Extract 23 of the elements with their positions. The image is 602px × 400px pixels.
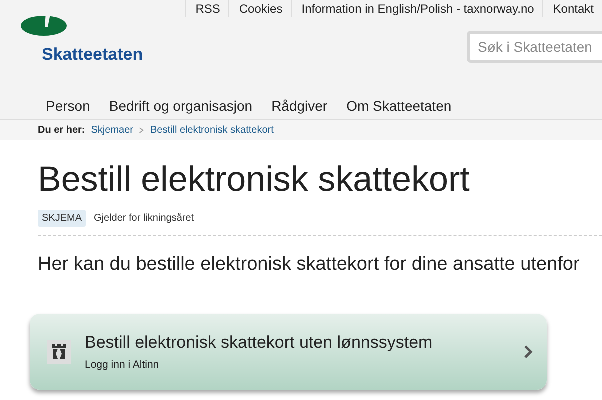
nav-link[interactable]: Bedrift og organisasjon (109, 98, 253, 114)
card-subtitle: Logg inn i Altinn (85, 359, 160, 371)
breadcrumb-link[interactable]: Skjemaer (91, 124, 134, 136)
breadcrumb-label: Du er her: (38, 124, 86, 136)
nav-link[interactable]: Person (46, 98, 90, 114)
intro-text: Her kan du bestille elektronisk skattekort for dine ansatte utenfor (38, 254, 581, 276)
top-link[interactable]: Cookies (228, 0, 291, 17)
nav-link[interactable]: Rådgiver (272, 98, 328, 114)
breadcrumb-link[interactable]: Bestill elektronisk skattekort (150, 124, 274, 136)
login-card[interactable]: Bestill elektronisk skattekort uten lønnssystem Logg inn i Altinn (30, 314, 547, 390)
top-link[interactable]: Kontakt (542, 0, 602, 17)
top-link[interactable]: Information in English/Polish - taxnorway.no (290, 0, 542, 17)
chevron-icon (139, 126, 144, 134)
card-title: Bestill elektronisk skattekort uten lønnssystem (85, 333, 434, 353)
search-field[interactable]: Søk i Skatteetaten (467, 31, 602, 63)
chevron-icon (524, 345, 533, 359)
logo-text[interactable]: Skatteetaten (42, 45, 144, 65)
page-title: Bestill elektronisk skattekort (38, 160, 471, 200)
tag-note: Gjelder for likningsåret (94, 213, 194, 224)
form-tag: SKJEMA (38, 210, 86, 227)
castle-icon (47, 340, 71, 364)
top-link[interactable]: RSS (184, 0, 228, 17)
nav-link[interactable]: Om Skatteetaten (346, 98, 452, 114)
